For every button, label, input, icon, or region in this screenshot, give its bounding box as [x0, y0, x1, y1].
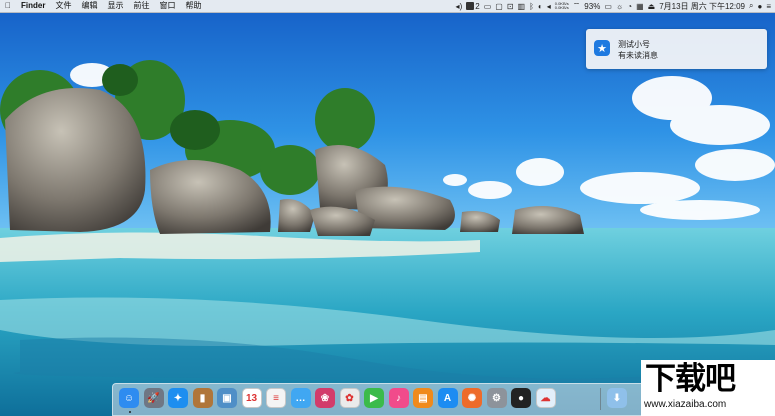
watermark-url: www.xiazaiba.com [644, 399, 727, 410]
app-store-icon[interactable]: A [437, 388, 458, 408]
menu-file[interactable]: 文件 [50, 0, 76, 12]
launchpad-icon[interactable]: 🚀 [143, 388, 164, 408]
notification-banner[interactable]: ★ 测试小号 有未读消息 [586, 29, 767, 69]
menu-window[interactable]: 窗口 [154, 0, 180, 12]
gauge-icon[interactable]: ◔ [627, 1, 632, 11]
notification-center-icon[interactable]: ≡ [766, 1, 771, 11]
search-icon[interactable]: ⌕ [749, 1, 753, 11]
cloud-app-icon[interactable]: ☁ [535, 388, 556, 408]
screen-capture-icon[interactable]: ⊡ [507, 1, 514, 11]
messages-icon[interactable]: … [290, 388, 311, 408]
watermark-logo-text: 下载吧 [645, 361, 736, 396]
battery-percent: 93% [584, 1, 601, 11]
menu-bar:  Finder 文件 编辑 显示 前往 窗口 帮助 ◂) 2 ▭ ▢ ⊡ ▥ … [0, 0, 775, 13]
menu-go[interactable]: 前往 [128, 0, 154, 12]
qq-icon[interactable]: ● [511, 388, 531, 408]
play-icon[interactable]: ◂ [547, 1, 551, 11]
menu-help[interactable]: 帮助 [180, 0, 206, 12]
menu-edit[interactable]: 编辑 [76, 0, 102, 12]
dock-separator [600, 388, 601, 410]
finder-running-indicator [129, 411, 131, 413]
eject-icon[interactable]: ⏏ [648, 1, 656, 11]
volume-icon[interactable]: ◂) [456, 1, 463, 11]
display-icon[interactable]: ▭ [484, 1, 492, 11]
badge-count: 2 [475, 1, 480, 11]
ibooks-icon[interactable]: ▤ [413, 388, 433, 408]
bluetooth-icon[interactable]: ᛒ [529, 1, 534, 11]
network-speed-readout: 0.0KB/s 0.0KB/s [554, 1, 569, 11]
chat-icon[interactable]: ▢ [495, 1, 503, 11]
half-circle-icon[interactable]: ◐ [538, 1, 543, 11]
clock-datetime[interactable]: 7月13日 周六 下午12:09 [659, 1, 745, 11]
photo-booth-icon[interactable]: ❀ [315, 388, 335, 408]
apple-menu-icon[interactable]:  [0, 0, 16, 12]
calendar-icon[interactable]: 13 [241, 388, 262, 408]
watermark-logo: 下载吧 www.xiazaiba.com [641, 360, 775, 416]
notification-badge[interactable]: 2 [466, 1, 480, 11]
safari-icon[interactable]: ✦ [168, 388, 188, 408]
user-icon[interactable]: ● [757, 1, 762, 11]
system-preferences-icon[interactable]: ⚙ [486, 388, 507, 408]
downloads-folder-icon[interactable]: ⬇ [607, 388, 627, 408]
stats-icon[interactable]: ▥ [518, 1, 526, 11]
wifi-icon[interactable]: ⌔ [573, 1, 581, 11]
star-app-icon: ★ [594, 40, 610, 56]
photos-icon[interactable]: ✿ [339, 388, 360, 408]
dock: ☺ 🚀 ✦ ▮ ▣ 13 ≡… ❀ ✿ ▶ ♪ ▤ A ✺ ⚙ ● ☁ ⬇ [112, 383, 647, 416]
finder-icon[interactable]: ☺ [119, 388, 139, 408]
brightness-icon[interactable]: ☼ [616, 1, 623, 11]
notes-book-icon[interactable]: ▮ [192, 388, 213, 408]
app-menu-finder[interactable]: Finder [16, 0, 50, 12]
preview-icon[interactable]: ▣ [217, 388, 237, 408]
net-down: 0.0KB/s [554, 5, 569, 10]
colorful-app-icon[interactable]: ✺ [462, 388, 482, 408]
notification-title: 测试小号 [618, 40, 650, 49]
facetime-icon[interactable]: ▶ [364, 388, 384, 408]
reminders-icon[interactable]: ≡ [266, 388, 286, 408]
menu-bar-status-area: ◂) 2 ▭ ▢ ⊡ ▥ ᛒ ◐ ◂ 0.0KB/s 0.0KB/s ⌔ 93%… [456, 0, 771, 12]
menu-view[interactable]: 显示 [102, 0, 128, 12]
notification-message: 有未读消息 [618, 51, 658, 60]
itunes-icon[interactable]: ♪ [388, 388, 409, 408]
keyboard-icon[interactable]: ▦ [636, 1, 644, 11]
battery-icon[interactable]: ▭ [604, 1, 612, 11]
